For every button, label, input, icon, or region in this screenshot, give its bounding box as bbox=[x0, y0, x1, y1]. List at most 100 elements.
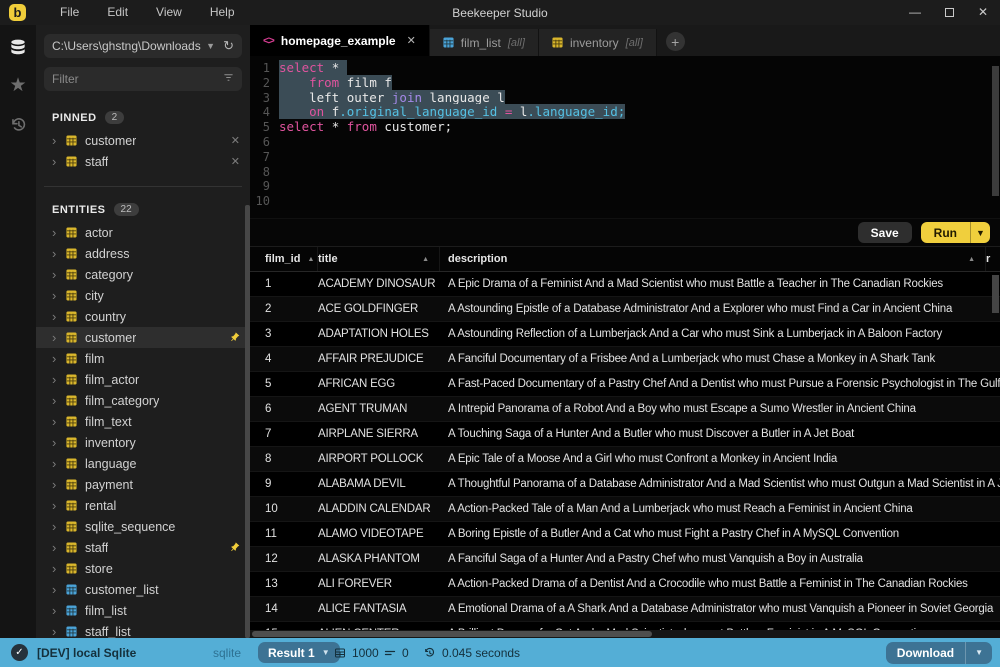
menu-file[interactable]: File bbox=[46, 0, 93, 25]
table-row[interactable]: 13ALI FOREVERA Action-Packed Drama of a … bbox=[250, 572, 1000, 597]
entity-item-category[interactable]: ›category bbox=[36, 264, 250, 285]
entity-item-store[interactable]: ›store bbox=[36, 558, 250, 579]
chevron-right-icon[interactable]: › bbox=[52, 582, 64, 597]
entity-item-film[interactable]: ›film bbox=[36, 348, 250, 369]
table-row[interactable]: 1ACADEMY DINOSAURA Epic Drama of a Femin… bbox=[250, 272, 1000, 297]
chevron-right-icon[interactable]: › bbox=[52, 154, 64, 169]
chevron-right-icon[interactable]: › bbox=[52, 309, 64, 324]
entity-item-customer_list[interactable]: ›customer_list bbox=[36, 579, 250, 600]
table-row[interactable]: 7AIRPLANE SIERRAA Touching Saga of a Hun… bbox=[250, 422, 1000, 447]
history-icon[interactable] bbox=[7, 113, 29, 135]
column-header-description[interactable]: description ▲ bbox=[440, 247, 986, 271]
run-button[interactable]: Run bbox=[921, 222, 970, 243]
entity-item-payment[interactable]: ›payment bbox=[36, 474, 250, 495]
chevron-right-icon[interactable]: › bbox=[52, 246, 64, 261]
tab-inventory[interactable]: inventory[all] bbox=[539, 29, 657, 56]
result-selector[interactable]: Result 1 ▼ bbox=[258, 642, 340, 663]
entity-filter[interactable] bbox=[44, 67, 242, 91]
entity-item-actor[interactable]: ›actor bbox=[36, 222, 250, 243]
chevron-right-icon[interactable]: › bbox=[52, 477, 64, 492]
new-tab-button[interactable]: + bbox=[666, 32, 685, 51]
entity-item-film_category[interactable]: ›film_category bbox=[36, 390, 250, 411]
tab-homepage_example[interactable]: <>homepage_example✕ bbox=[250, 25, 430, 56]
entity-item-address[interactable]: ›address bbox=[36, 243, 250, 264]
results-horizontal-scrollbar[interactable] bbox=[252, 631, 652, 637]
column-header-partial[interactable]: r bbox=[986, 247, 1000, 271]
connection-dropdown[interactable]: C:\Users\ghstng\Downloads ▼ ↻ bbox=[44, 34, 242, 58]
chevron-right-icon[interactable]: › bbox=[52, 414, 64, 429]
maximize-icon[interactable] bbox=[932, 0, 966, 25]
chevron-right-icon[interactable]: › bbox=[52, 393, 64, 408]
sort-icon[interactable]: ▲ bbox=[968, 256, 975, 263]
entity-item-staff_list[interactable]: ›staff_list bbox=[36, 621, 250, 638]
entity-item-language[interactable]: ›language bbox=[36, 453, 250, 474]
entity-item-city[interactable]: ›city bbox=[36, 285, 250, 306]
chevron-right-icon[interactable]: › bbox=[52, 225, 64, 240]
column-header-film-id[interactable]: film_id ▲ bbox=[250, 247, 318, 271]
save-button[interactable]: Save bbox=[858, 222, 912, 243]
filter-funnel-icon[interactable] bbox=[223, 70, 234, 88]
entity-item-film_text[interactable]: ›film_text bbox=[36, 411, 250, 432]
entity-item-film_list[interactable]: ›film_list bbox=[36, 600, 250, 621]
unpin-close-icon[interactable]: ✕ bbox=[231, 155, 240, 168]
database-icon[interactable] bbox=[7, 37, 29, 59]
menu-help[interactable]: Help bbox=[196, 0, 249, 25]
window-controls: — ✕ bbox=[898, 0, 1000, 25]
download-options-caret-icon[interactable]: ▼ bbox=[965, 642, 992, 664]
table-row[interactable]: 5AFRICAN EGGA Fast-Paced Documentary of … bbox=[250, 372, 1000, 397]
column-header-title[interactable]: title ▲ bbox=[318, 247, 440, 271]
chevron-right-icon[interactable]: › bbox=[52, 372, 64, 387]
menu-view[interactable]: View bbox=[142, 0, 196, 25]
chevron-right-icon[interactable]: › bbox=[52, 133, 64, 148]
pinned-item-staff[interactable]: ›staff✕ bbox=[36, 151, 250, 172]
table-row[interactable]: 3ADAPTATION HOLESA Astounding Reflection… bbox=[250, 322, 1000, 347]
entity-item-inventory[interactable]: ›inventory bbox=[36, 432, 250, 453]
chevron-right-icon[interactable]: › bbox=[52, 351, 64, 366]
tab-close-icon[interactable]: ✕ bbox=[407, 34, 416, 47]
sql-editor[interactable]: 1select * 2 from film f3 left outer join… bbox=[250, 56, 1000, 218]
menu-edit[interactable]: Edit bbox=[93, 0, 142, 25]
sort-icon[interactable]: ▲ bbox=[422, 256, 429, 263]
favorites-star-icon[interactable]: ★ bbox=[7, 75, 29, 97]
cell-description: A Epic Tale of a Moose And a Girl who mu… bbox=[440, 453, 1000, 465]
chevron-right-icon[interactable]: › bbox=[52, 624, 64, 638]
entity-item-film_actor[interactable]: ›film_actor bbox=[36, 369, 250, 390]
entity-item-customer[interactable]: ›customer bbox=[36, 327, 250, 348]
table-row[interactable]: 11ALAMO VIDEOTAPEA Boring Epistle of a B… bbox=[250, 522, 1000, 547]
close-icon[interactable]: ✕ bbox=[966, 0, 1000, 25]
chevron-right-icon[interactable]: › bbox=[52, 498, 64, 513]
download-button[interactable]: Download ▼ bbox=[886, 642, 992, 664]
results-vertical-scrollbar[interactable] bbox=[992, 275, 999, 313]
filter-input[interactable] bbox=[52, 72, 223, 86]
chevron-right-icon[interactable]: › bbox=[52, 519, 64, 534]
tab-film_list[interactable]: film_list[all] bbox=[430, 29, 539, 56]
table-row[interactable]: 8AIRPORT POLLOCKA Epic Tale of a Moose A… bbox=[250, 447, 1000, 472]
entity-item-staff[interactable]: ›staff bbox=[36, 537, 250, 558]
table-row[interactable]: 6AGENT TRUMANA Intrepid Panorama of a Ro… bbox=[250, 397, 1000, 422]
entity-item-rental[interactable]: ›rental bbox=[36, 495, 250, 516]
sort-asc-icon[interactable]: ▲ bbox=[307, 256, 314, 263]
editor-scrollbar[interactable] bbox=[992, 66, 999, 196]
chevron-right-icon[interactable]: › bbox=[52, 561, 64, 576]
table-row[interactable]: 12ALASKA PHANTOMA Fanciful Saga of a Hun… bbox=[250, 547, 1000, 572]
table-row[interactable]: 14ALICE FANTASIAA Emotional Drama of a A… bbox=[250, 597, 1000, 622]
table-row[interactable]: 9ALABAMA DEVILA Thoughtful Panorama of a… bbox=[250, 472, 1000, 497]
entity-item-country[interactable]: ›country bbox=[36, 306, 250, 327]
table-icon bbox=[66, 290, 77, 301]
table-row[interactable]: 10ALADDIN CALENDARA Action-Packed Tale o… bbox=[250, 497, 1000, 522]
chevron-right-icon[interactable]: › bbox=[52, 456, 64, 471]
table-row[interactable]: 2ACE GOLDFINGERA Astounding Epistle of a… bbox=[250, 297, 1000, 322]
pinned-item-customer[interactable]: ›customer✕ bbox=[36, 130, 250, 151]
minimize-icon[interactable]: — bbox=[898, 0, 932, 25]
refresh-icon[interactable]: ↻ bbox=[223, 38, 234, 54]
chevron-right-icon[interactable]: › bbox=[52, 330, 64, 345]
chevron-right-icon[interactable]: › bbox=[52, 435, 64, 450]
chevron-right-icon[interactable]: › bbox=[52, 288, 64, 303]
chevron-right-icon[interactable]: › bbox=[52, 267, 64, 282]
chevron-right-icon[interactable]: › bbox=[52, 540, 64, 555]
run-options-caret-icon[interactable]: ▼ bbox=[970, 222, 990, 243]
entity-item-sqlite_sequence[interactable]: ›sqlite_sequence bbox=[36, 516, 250, 537]
unpin-close-icon[interactable]: ✕ bbox=[231, 134, 240, 147]
chevron-right-icon[interactable]: › bbox=[52, 603, 64, 618]
table-row[interactable]: 4AFFAIR PREJUDICEA Fanciful Documentary … bbox=[250, 347, 1000, 372]
